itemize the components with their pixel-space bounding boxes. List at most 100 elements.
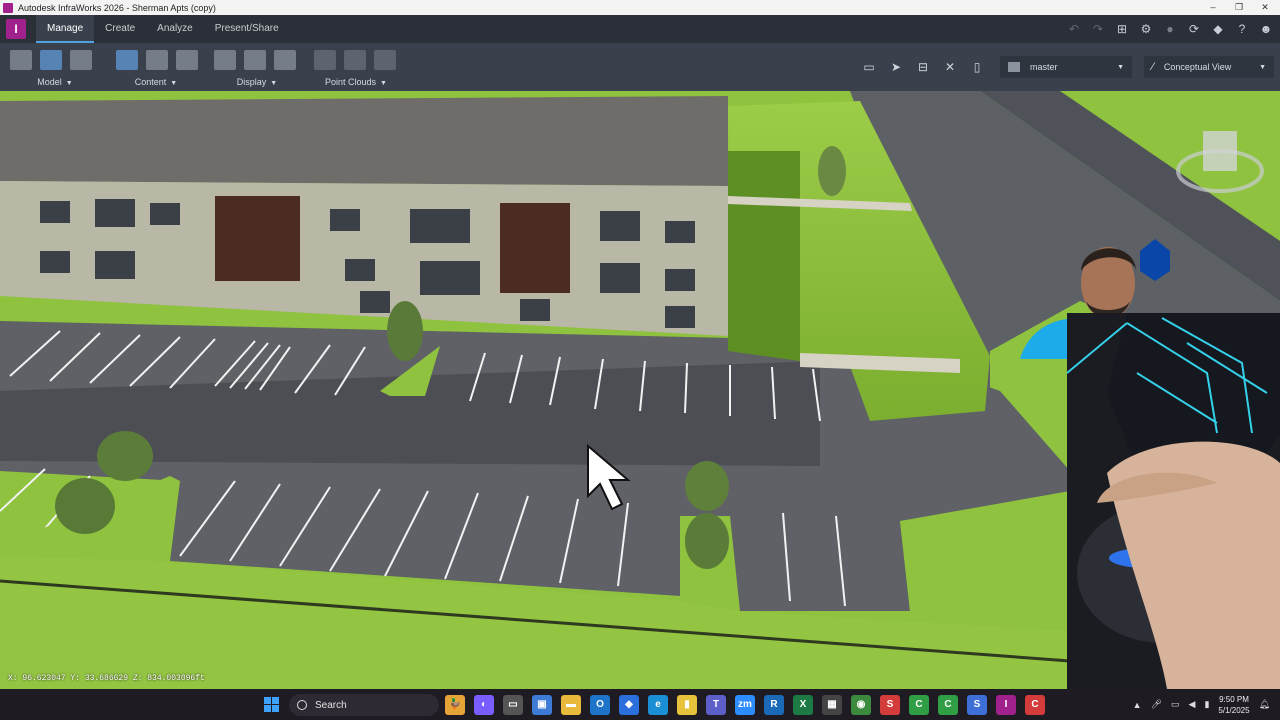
cloud-icon[interactable]: ● <box>1162 21 1178 37</box>
window-title: Autodesk InfraWorks 2026 - Sherman Apts … <box>18 2 216 13</box>
chevron-down-icon: ▼ <box>1117 63 1124 71</box>
close-button[interactable]: ✕ <box>1252 0 1278 15</box>
infraworks-app-icon[interactable]: I <box>996 695 1016 715</box>
model-edit-icon[interactable] <box>70 50 92 70</box>
proposal-icon <box>1008 62 1020 72</box>
excel-app-icon[interactable]: X <box>793 695 813 715</box>
taskbar-search[interactable]: Search <box>289 694 439 716</box>
chrome-app-icon[interactable]: ◉ <box>851 695 871 715</box>
civil3d-app-icon[interactable]: C <box>909 695 929 715</box>
tray-overflow-icon[interactable]: ▲ <box>1133 700 1142 710</box>
coordinate-readout: X: 96.623047 Y: 33.686629 Z: 834.003096f… <box>8 674 205 683</box>
taskbar-apps: 🦆 ◐ ▭ ▣ ▬ O ◆ e ▮ Tzm R X ▦ ◉ S C C S I C <box>445 695 1045 715</box>
battery-icon[interactable]: ▮ <box>1204 699 1209 710</box>
database-icon[interactable] <box>116 50 138 70</box>
sync-icon[interactable]: ⟳ <box>1186 21 1202 37</box>
edge-app-icon[interactable]: e <box>648 695 668 715</box>
autocad-app-icon[interactable]: C <box>1025 695 1045 715</box>
view-toolbar: ▭ ➤ ⊟ ✕ ▯ master ▼ ∕ Conceptual View ▼ <box>853 43 1280 91</box>
calculator-app-icon[interactable]: ▦ <box>822 695 842 715</box>
ribbon-tab-bar: I Manage Create Analyze Present/Share ↶ … <box>0 15 1280 43</box>
taskbar-clock[interactable]: 9:50 PM 5/1/2025 <box>1218 694 1249 716</box>
ribbon-group-display: Display ▼ <box>204 43 310 91</box>
search-icon <box>297 700 307 710</box>
monitor-icon[interactable]: ▭ <box>858 57 880 77</box>
tab-present-share[interactable]: Present/Share <box>204 15 290 43</box>
system-tray: ▲ 🎤︎ ▭ ◀ ▮ 9:50 PM 5/1/2025 🔔︎ <box>1133 689 1270 720</box>
windows-taskbar: Search 🦆 ◐ ▭ ▣ ▬ O ◆ e ▮ Tzm R X ▦ ◉ S C C S I C ▲ 🎤︎ ▭ ◀ ▮… <box>0 689 1280 720</box>
app-logo-icon <box>3 2 13 13</box>
ribbon-group-display-label[interactable]: Display ▼ <box>204 77 310 87</box>
point-cloud-icon[interactable] <box>314 50 336 70</box>
revit-app-icon[interactable]: R <box>764 695 784 715</box>
terrain-icon[interactable] <box>244 50 266 70</box>
file-explorer-app-icon[interactable]: ▬ <box>561 695 581 715</box>
clock-date: 5/1/2025 <box>1218 705 1250 715</box>
model-window-icon[interactable] <box>40 50 62 70</box>
network-icon[interactable]: ▭ <box>1171 699 1180 710</box>
building-roof <box>0 96 728 186</box>
ribbon-group-model-label[interactable]: Model ▼ <box>0 77 110 87</box>
ribbon-group-point-clouds: Point Clouds ▼ <box>304 43 408 91</box>
microphone-icon[interactable]: 🎤︎ <box>1151 699 1162 710</box>
visual-style-value: Conceptual View <box>1163 62 1232 72</box>
visual-style-combo[interactable]: ∕ Conceptual View ▼ <box>1144 56 1274 78</box>
redo-icon[interactable]: ↷ <box>1090 21 1106 37</box>
outlook-app-icon[interactable]: O <box>590 695 610 715</box>
notification-icon[interactable]: 🔔︎ <box>1259 699 1270 710</box>
widgets-app-icon[interactable]: 🦆 <box>445 695 465 715</box>
lawn-shadow <box>728 151 800 361</box>
ribbon-group-point-clouds-label[interactable]: Point Clouds ▼ <box>304 77 408 87</box>
title-bar: Autodesk InfraWorks 2026 - Sherman Apts … <box>0 0 1280 15</box>
globe-icon[interactable] <box>176 50 198 70</box>
ribbon-group-content-label[interactable]: Content ▼ <box>106 77 206 87</box>
ribbon-group-model: Model ▼ <box>0 43 110 91</box>
list-icon[interactable] <box>274 50 296 70</box>
data-table-icon[interactable] <box>146 50 168 70</box>
ribbon-group-content: Content ▼ <box>106 43 206 91</box>
application-menu-button[interactable]: I <box>6 19 26 39</box>
maximize-button[interactable]: ❐ <box>1226 0 1252 15</box>
proposal-value: master <box>1030 62 1058 72</box>
notes-app-icon[interactable]: ▮ <box>677 695 697 715</box>
settings-icon[interactable]: ⚙ <box>1138 21 1154 37</box>
taskbar-search-label: Search <box>315 699 347 711</box>
chevron-down-icon: ▼ <box>1259 63 1266 71</box>
copilot-app-icon[interactable]: ◐ <box>474 695 494 715</box>
dropbox-app-icon[interactable]: ◆ <box>619 695 639 715</box>
undo-icon[interactable]: ↶ <box>1066 21 1082 37</box>
help-icon[interactable]: ? <box>1234 21 1250 37</box>
layout-icon[interactable]: ⊞ <box>1114 21 1130 37</box>
user-avatar[interactable]: ☻ <box>1258 21 1274 37</box>
zoom-app-icon[interactable]: zm <box>735 695 755 715</box>
windows-start-icon[interactable] <box>264 697 279 712</box>
tab-manage[interactable]: Manage <box>36 15 95 43</box>
collaboration-icon[interactable]: ◆ <box>1210 21 1226 37</box>
teams-app-icon[interactable]: T <box>706 695 726 715</box>
tab-create[interactable]: Create <box>94 15 146 43</box>
clock-time: 9:50 PM <box>1219 694 1249 704</box>
point-cloud-edit-icon[interactable] <box>374 50 396 70</box>
keyboard-mouse-image <box>1067 313 1280 689</box>
tab-analyze[interactable]: Analyze <box>146 15 204 43</box>
webcam-hands <box>1067 313 1280 689</box>
infraworks-window: Autodesk InfraWorks 2026 - Sherman Apts … <box>0 0 1280 720</box>
store-app-icon[interactable]: ▣ <box>532 695 552 715</box>
s-app-icon[interactable]: S <box>880 695 900 715</box>
tools-icon[interactable]: ✕ <box>939 57 961 77</box>
civil3d-green-app-icon[interactable]: C <box>938 695 958 715</box>
brush-icon: ∕ <box>1152 61 1154 73</box>
select-arrow-icon[interactable]: ➤ <box>885 57 907 77</box>
point-cloud-terrain-icon[interactable] <box>344 50 366 70</box>
ribbon-panel: Model ▼ Content ▼ Display ▼ Point Clouds… <box>0 43 1280 91</box>
minimize-button[interactable]: – <box>1200 0 1226 15</box>
proposal-combo[interactable]: master ▼ <box>1000 56 1132 78</box>
top-right-toolbar: ↶ ↷ ⊞ ⚙ ● ⟳ ◆ ? ☻ <box>1066 15 1274 43</box>
volume-icon[interactable]: ◀ <box>1189 699 1196 710</box>
s2-app-icon[interactable]: S <box>967 695 987 715</box>
measure-icon[interactable]: ⊟ <box>912 57 934 77</box>
model-grid-icon[interactable] <box>10 50 32 70</box>
panel-icon[interactable]: ▯ <box>966 57 988 77</box>
task-view-app-icon[interactable]: ▭ <box>503 695 523 715</box>
layers-icon[interactable] <box>214 50 236 70</box>
